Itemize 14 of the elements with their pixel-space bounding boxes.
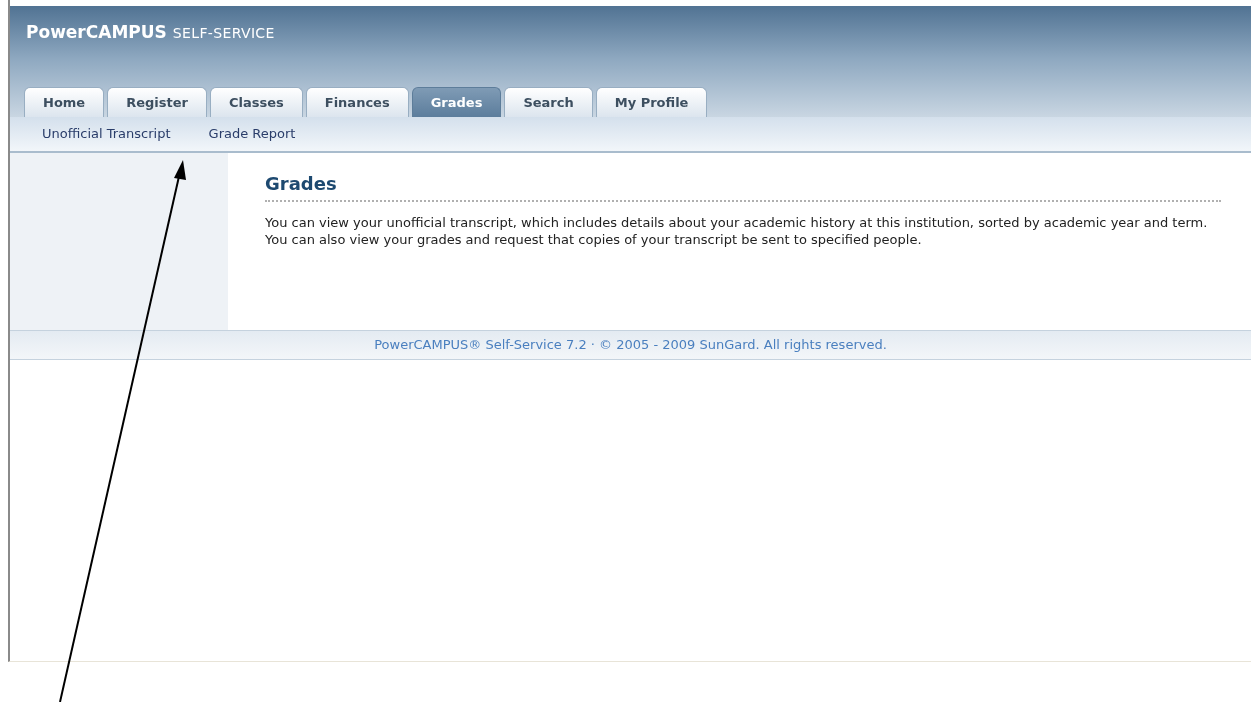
nav-tab[interactable]: Home	[24, 87, 105, 117]
nav-tab[interactable]: Grades	[411, 87, 502, 117]
nav-tab[interactable]: Finances	[305, 87, 409, 117]
brand-name: PowerCAMPUS	[26, 21, 167, 44]
nav-tab[interactable]: Search	[504, 87, 593, 117]
intro-paragraph: You can view your unofficial transcript, which includes details about your academic history at this institution, sorted by academic year and term. You can also view your grades and request that copies of your transcript be sent to specified people.	[265, 213, 1209, 248]
brand-suffix: SELF-SERVICE	[172, 24, 275, 43]
nav-tab[interactable]: Classes	[209, 87, 303, 117]
nav-tab[interactable]: My Profile	[595, 87, 708, 117]
subnav-link[interactable]: Unofficial Transcript	[42, 124, 171, 144]
copyright-text: PowerCAMPUS® Self-Service 7.2 · © 2005 - 2009 SunGard. All rights reserved.	[374, 336, 887, 355]
page-title: Grades	[265, 173, 1221, 202]
subnav-link[interactable]: Grade Report	[208, 124, 296, 144]
nav-tab[interactable]: Register	[107, 87, 207, 117]
